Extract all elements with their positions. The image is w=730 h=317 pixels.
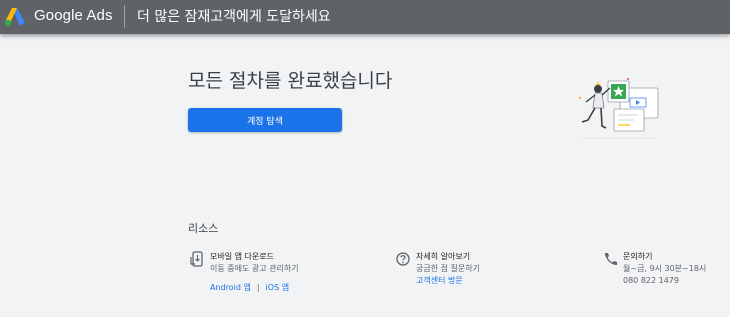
brand-name[interactable]: Google Ads [34,7,113,24]
learn-more-title: 자세히 알아보기 [416,252,471,261]
help-center-link[interactable]: 고객센터 방문 [416,275,480,287]
celebration-illustration [578,78,659,139]
contact-title: 문의하기 [623,252,653,261]
learn-more-subtitle: 궁금한 점 질문하기 [416,264,480,273]
resources-heading: 리소스 [188,222,219,235]
header-tagline: 더 많은 잠재고객에게 도달하세요 [137,9,331,25]
phone-icon [605,253,617,265]
phone-download-icon [190,251,203,267]
explore-account-button[interactable]: 계정 탐색 [188,108,342,132]
header-divider [124,5,125,28]
contact-hours: 월~금, 9시 30분~18시 [623,264,707,273]
mobile-app-title: 모바일 앱 다운로드 [210,252,274,261]
android-app-link[interactable]: Android 앱 [210,283,251,292]
page-title: 모든 절차를 완료했습니다 [188,70,393,92]
mobile-app-subtitle: 이동 중에도 광고 관리하기 [210,264,299,273]
link-separator: | [256,283,260,292]
ios-app-link[interactable]: iOS 앱 [266,283,290,292]
google-ads-logo-icon[interactable] [4,7,26,27]
top-bar: Google Ads 더 많은 잠재고객에게 도달하세요 [0,0,730,34]
contact-phone: 080 822 1479 [623,276,679,285]
help-circle-icon [396,252,410,266]
